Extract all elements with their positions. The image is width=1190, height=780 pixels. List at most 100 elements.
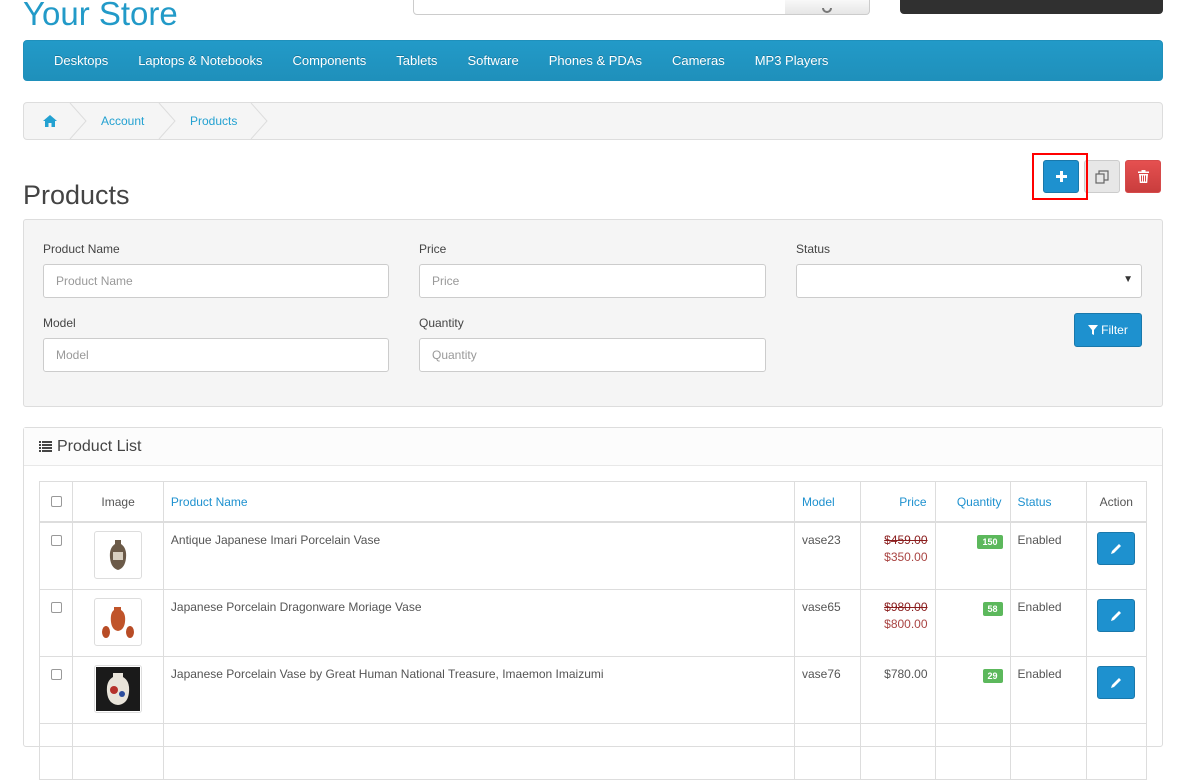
product-thumbnail[interactable] bbox=[94, 597, 143, 646]
breadcrumb: Account Products bbox=[23, 102, 1163, 140]
menu-item-software[interactable]: Software bbox=[452, 53, 533, 68]
table-row: Japanese Porcelain Vase by Great Human N… bbox=[38, 655, 1148, 724]
product-image-cell bbox=[72, 588, 164, 657]
column-quantity[interactable]: Quantity bbox=[934, 481, 1011, 523]
action-cell bbox=[1085, 655, 1148, 724]
status-label: Status bbox=[796, 242, 831, 256]
table-row: Antique Japanese Imari Porcelain Vase va… bbox=[38, 521, 1148, 590]
product-image-cell bbox=[72, 655, 164, 724]
product-model: vase76 bbox=[793, 655, 861, 724]
special-price: $350.00 bbox=[884, 550, 928, 564]
menu-item-components[interactable]: Components bbox=[278, 53, 382, 68]
menu-item-phones[interactable]: Phones & PDAs bbox=[534, 53, 657, 68]
column-action: Action bbox=[1085, 481, 1148, 523]
price-input[interactable] bbox=[419, 264, 766, 298]
edit-button[interactable] bbox=[1097, 598, 1136, 632]
cart-button[interactable] bbox=[900, 0, 1163, 14]
product-thumbnail[interactable] bbox=[94, 664, 143, 713]
product-quantity-cell: 58 bbox=[934, 588, 1011, 657]
menu-item-tablets[interactable]: Tablets bbox=[381, 53, 452, 68]
select-all-cell bbox=[38, 481, 74, 523]
quantity-badge: 58 bbox=[982, 601, 1003, 616]
filter-button[interactable]: Filter bbox=[1074, 313, 1142, 347]
quantity-badge: 29 bbox=[982, 668, 1003, 683]
page-title: Products bbox=[23, 180, 130, 210]
special-price: $800.00 bbox=[884, 616, 928, 631]
action-cell bbox=[1085, 588, 1148, 657]
breadcrumb-account[interactable]: Account bbox=[101, 103, 144, 139]
product-quantity-cell: 29 bbox=[934, 655, 1011, 724]
row-checkbox[interactable] bbox=[50, 535, 62, 546]
pencil-icon bbox=[1110, 544, 1121, 554]
menu-item-cameras[interactable]: Cameras bbox=[657, 53, 740, 68]
filter-icon bbox=[1088, 325, 1099, 335]
home-icon bbox=[43, 115, 57, 127]
copy-icon bbox=[1095, 169, 1109, 184]
model-label: Model bbox=[43, 316, 76, 330]
table-row bbox=[38, 722, 1148, 780]
product-price: $780.00 bbox=[884, 666, 928, 681]
menu-item-mp3[interactable]: MP3 Players bbox=[740, 53, 844, 68]
row-checkbox[interactable] bbox=[50, 601, 62, 613]
search-icon bbox=[822, 8, 832, 13]
product-status: Enabled bbox=[1009, 588, 1087, 657]
product-status: Enabled bbox=[1009, 521, 1087, 590]
top-menu: Desktops Laptops & Notebooks Components … bbox=[23, 40, 1163, 81]
edit-button[interactable] bbox=[1097, 532, 1136, 565]
product-name-input[interactable] bbox=[43, 264, 389, 298]
product-name: Antique Japanese Imari Porcelain Vase bbox=[162, 521, 795, 590]
table-row: Japanese Porcelain Dragonware Moriage Va… bbox=[38, 588, 1148, 657]
list-icon bbox=[39, 441, 52, 452]
product-name: Japanese Porcelain Vase by Great Human N… bbox=[162, 655, 795, 724]
delete-product-button[interactable] bbox=[1125, 160, 1161, 193]
row-select-cell bbox=[38, 521, 74, 590]
old-price: $459.00 bbox=[884, 533, 928, 547]
product-quantity-cell: 150 bbox=[934, 521, 1011, 590]
filter-panel bbox=[23, 219, 1163, 407]
add-product-button[interactable] bbox=[1043, 160, 1079, 193]
model-input[interactable] bbox=[43, 338, 389, 372]
product-list-title: Product List bbox=[57, 437, 142, 455]
store-title[interactable]: Your Store bbox=[23, 0, 178, 36]
column-price[interactable]: Price bbox=[859, 481, 936, 523]
quantity-input[interactable] bbox=[419, 338, 766, 372]
caret-down-icon: ▼ bbox=[1123, 274, 1133, 285]
search-input[interactable] bbox=[413, 0, 786, 15]
plus-icon bbox=[1055, 171, 1067, 182]
breadcrumb-separator bbox=[158, 103, 176, 139]
price-label: Price bbox=[419, 242, 447, 256]
product-price-cell: $459.00 $350.00 bbox=[859, 521, 936, 590]
breadcrumb-home[interactable] bbox=[43, 103, 57, 139]
quantity-badge: 150 bbox=[977, 535, 1003, 549]
product-name-label: Product Name bbox=[43, 242, 120, 256]
trash-icon bbox=[1137, 170, 1149, 183]
column-image: Image bbox=[72, 481, 164, 523]
menu-item-laptops[interactable]: Laptops & Notebooks bbox=[123, 53, 277, 68]
pencil-icon bbox=[1110, 677, 1121, 688]
product-table: Image Product Name Model Price Quantity … bbox=[38, 481, 1148, 780]
column-model[interactable]: Model bbox=[793, 481, 861, 523]
copy-product-button[interactable] bbox=[1084, 160, 1120, 193]
row-select-cell bbox=[38, 655, 74, 724]
status-select[interactable]: ▼ bbox=[796, 264, 1142, 298]
column-status[interactable]: Status bbox=[1009, 481, 1087, 523]
old-price: $980.00 bbox=[884, 599, 928, 614]
table-header-row: Image Product Name Model Price Quantity … bbox=[38, 481, 1148, 523]
breadcrumb-products[interactable]: Products bbox=[190, 103, 237, 139]
product-name: Japanese Porcelain Dragonware Moriage Va… bbox=[162, 588, 795, 657]
menu-item-desktops[interactable]: Desktops bbox=[39, 53, 123, 68]
product-model: vase23 bbox=[793, 521, 861, 590]
search-button[interactable] bbox=[785, 0, 870, 15]
column-product-name[interactable]: Product Name bbox=[162, 481, 795, 523]
product-thumbnail[interactable] bbox=[94, 531, 143, 579]
breadcrumb-separator bbox=[69, 103, 87, 139]
product-status: Enabled bbox=[1009, 655, 1087, 724]
product-price-cell: $980.00 $800.00 bbox=[859, 588, 936, 657]
row-checkbox[interactable] bbox=[50, 668, 62, 680]
select-all-checkbox[interactable] bbox=[50, 495, 62, 507]
product-price-cell: $780.00 bbox=[859, 655, 936, 724]
filter-button-label: Filter bbox=[1101, 323, 1128, 337]
quantity-label: Quantity bbox=[419, 316, 464, 330]
action-cell bbox=[1085, 521, 1148, 590]
edit-button[interactable] bbox=[1097, 665, 1136, 699]
